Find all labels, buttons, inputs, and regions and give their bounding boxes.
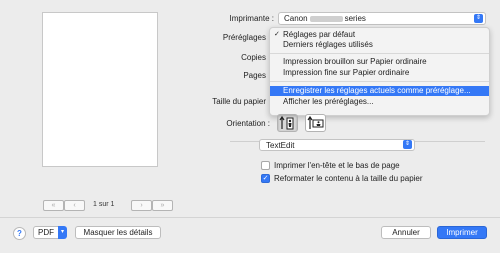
header-footer-label: Imprimer l'en-tête et le bas de page: [274, 161, 400, 170]
preset-menu-item-fine-plain[interactable]: Impression fine sur Papier ordinaire: [270, 68, 489, 78]
presets-menu: ✓ Réglages par défaut Derniers réglages …: [269, 27, 490, 116]
checkmark-icon: ✓: [274, 31, 280, 38]
previous-page-button[interactable]: ‹: [64, 200, 85, 211]
preset-menu-item-last-used[interactable]: Derniers réglages utilisés: [270, 40, 489, 50]
orientation-landscape-button[interactable]: [305, 114, 326, 132]
bottom-divider: [0, 217, 500, 218]
next-page-button[interactable]: ›: [131, 200, 152, 211]
reformat-label: Reformater le contenu à la taille du pap…: [274, 174, 423, 183]
header-footer-checkbox[interactable]: [261, 161, 270, 170]
page-indicator: 1 sur 1: [93, 201, 115, 208]
last-page-button[interactable]: »: [152, 200, 173, 211]
first-page-button[interactable]: «: [43, 200, 64, 211]
preset-menu-item-save-current[interactable]: Enregistrer les réglages actuels comme p…: [270, 86, 489, 96]
orientation-label: Orientation :: [226, 119, 270, 128]
menu-separator: [270, 81, 489, 82]
popup-arrows-icon: ⇕: [403, 140, 412, 149]
printer-value: Canon series: [284, 14, 366, 23]
printer-label: Imprimante :: [229, 14, 274, 23]
popup-arrows-icon: ⇕: [474, 14, 483, 23]
printer-popup[interactable]: Canon series ⇕: [278, 12, 486, 25]
redacted-model: [309, 15, 343, 22]
app-section-value: TextEdit: [266, 141, 295, 150]
orientation-portrait-button[interactable]: [277, 114, 298, 132]
paper-size-label: Taille du papier: [212, 97, 266, 106]
cancel-button[interactable]: Annuler: [381, 226, 431, 239]
portrait-icon: [279, 115, 294, 130]
hide-details-button[interactable]: Masquer les détails: [75, 226, 161, 239]
reformat-checkbox[interactable]: ✓: [261, 174, 270, 183]
landscape-icon: [307, 115, 324, 129]
menu-separator: [270, 53, 489, 54]
preset-menu-item-show-presets[interactable]: Afficher les préréglages...: [270, 97, 489, 107]
print-button[interactable]: Imprimer: [437, 226, 487, 239]
help-button[interactable]: ?: [13, 227, 26, 240]
presets-label: Préréglages: [222, 33, 266, 42]
preset-menu-item-draft-plain[interactable]: Impression brouillon sur Papier ordinair…: [270, 57, 489, 67]
copies-label: Copies: [241, 53, 266, 62]
app-section-popup[interactable]: TextEdit ⇕: [259, 139, 415, 151]
pages-label: Pages: [243, 71, 266, 80]
pdf-button[interactable]: PDF: [33, 226, 59, 239]
pdf-menu-chevron-icon[interactable]: ▾: [58, 226, 67, 239]
preset-menu-item-default[interactable]: ✓ Réglages par défaut: [270, 30, 489, 40]
page-preview: [43, 13, 157, 166]
